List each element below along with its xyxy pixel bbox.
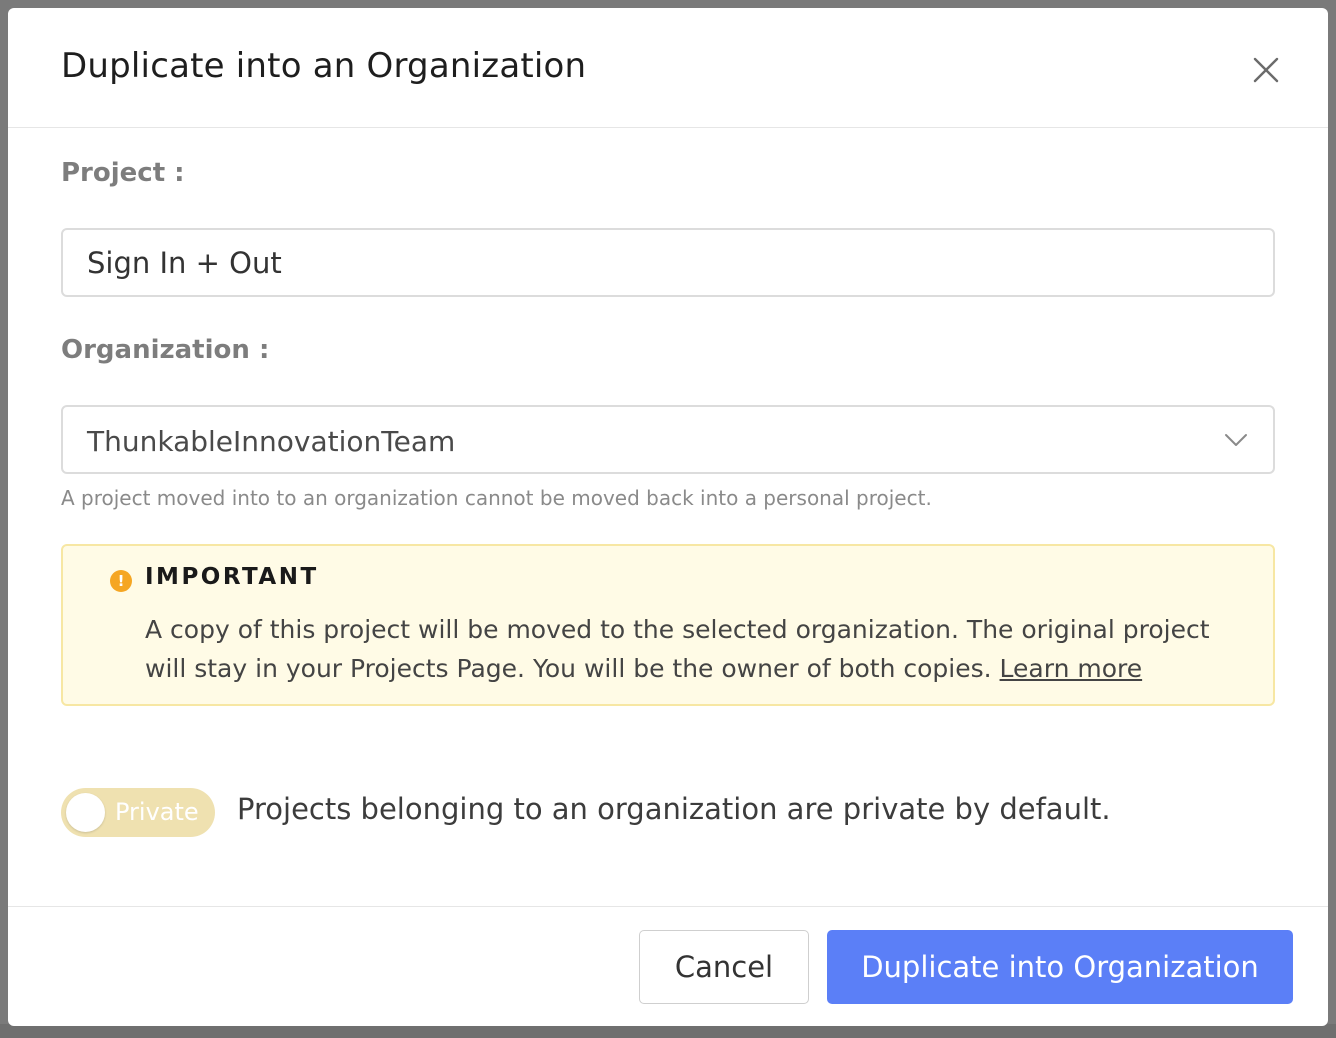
backdrop	[0, 1024, 1336, 1038]
notice-title: IMPORTANT	[145, 564, 319, 590]
private-toggle[interactable]: Private	[61, 788, 215, 837]
toggle-label: Private	[115, 798, 199, 826]
duplicate-dialog: Duplicate into an Organization Project :…	[8, 8, 1328, 1026]
organization-selected-value: ThunkableInnovationTeam	[87, 425, 456, 458]
project-label: Project :	[61, 158, 185, 188]
organization-helper-text: A project moved into to an organization …	[61, 486, 932, 510]
chevron-down-icon	[1223, 427, 1249, 453]
important-notice: ! IMPORTANT A copy of this project will …	[61, 544, 1275, 706]
privacy-caption: Projects belonging to an organization ar…	[237, 792, 1111, 826]
dialog-header: Duplicate into an Organization	[8, 8, 1328, 128]
dialog-footer: Cancel Duplicate into Organization	[8, 906, 1328, 1026]
learn-more-link[interactable]: Learn more	[1000, 654, 1143, 683]
cancel-button[interactable]: Cancel	[639, 930, 809, 1004]
dialog-title: Duplicate into an Organization	[61, 46, 587, 86]
notice-body: A copy of this project will be moved to …	[145, 610, 1245, 688]
organization-select[interactable]: ThunkableInnovationTeam	[61, 405, 1275, 474]
warning-icon: !	[110, 570, 132, 592]
close-icon[interactable]	[1248, 52, 1284, 88]
organization-label: Organization :	[61, 335, 270, 365]
toggle-knob	[66, 793, 105, 832]
duplicate-into-organization-button[interactable]: Duplicate into Organization	[827, 930, 1293, 1004]
project-name-input[interactable]	[61, 228, 1275, 297]
